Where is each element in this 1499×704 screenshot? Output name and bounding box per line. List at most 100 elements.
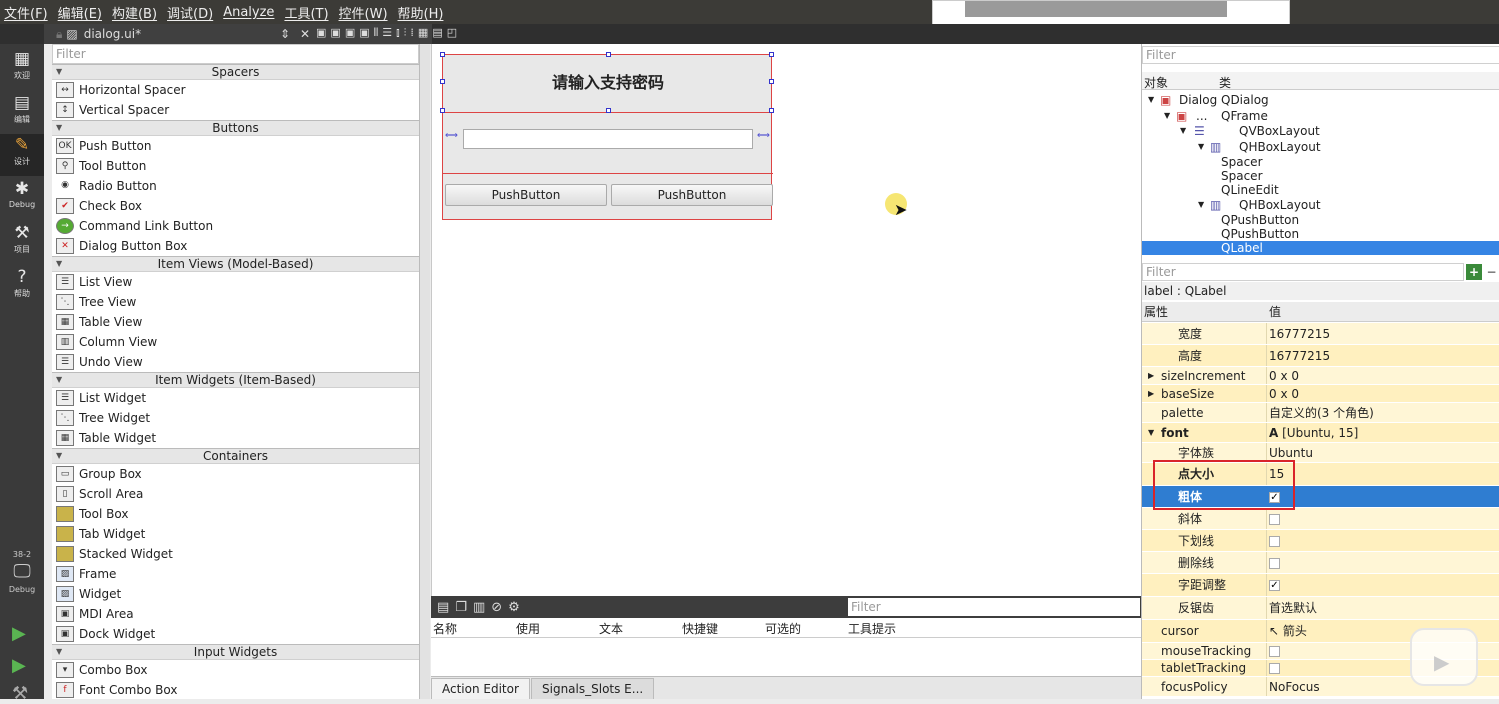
mouse-tracking-checkbox[interactable] — [1269, 646, 1280, 657]
widget-item[interactable]: f Font Combo Box — [52, 680, 419, 700]
property-row[interactable]: 删除线 — [1142, 552, 1499, 574]
edit-widgets-icon[interactable]: ▣ — [316, 26, 326, 40]
widget-item[interactable]: ▭ Group Box — [52, 464, 419, 484]
updown-icon[interactable]: ⇕ — [280, 27, 290, 41]
widget-item[interactable]: ☰ List Widget — [52, 388, 419, 408]
form-title-label[interactable]: 请输入支持密码 — [443, 55, 773, 113]
close-icon[interactable]: ✕ — [300, 27, 310, 41]
horizontal-spacer-left[interactable]: ⟺ — [445, 131, 459, 145]
gear-icon[interactable]: ⚙ — [508, 600, 520, 615]
widget-item[interactable]: → Command Link Button — [52, 216, 419, 236]
menu-debug[interactable]: 调试(D) — [163, 3, 217, 22]
break-layout-icon[interactable]: ▤ — [432, 26, 442, 40]
property-row[interactable]: 斜体 — [1142, 508, 1499, 530]
resize-handle[interactable] — [769, 79, 774, 84]
menu-widgets[interactable]: 控件(W) — [335, 3, 392, 22]
delete-action-icon[interactable]: ⊘ — [491, 600, 502, 615]
layout-grid-icon[interactable]: ▦ — [418, 26, 428, 40]
property-filter-input[interactable]: Filter — [1142, 263, 1464, 281]
widget-item[interactable]: ▣ Dock Widget — [52, 624, 419, 644]
widget-item[interactable]: ↔ Horizontal Spacer — [52, 80, 419, 100]
widget-item[interactable]: ✕ Dialog Button Box — [52, 236, 419, 256]
new-action-icon[interactable]: ▤ — [437, 600, 449, 615]
strikeout-checkbox[interactable] — [1269, 558, 1280, 569]
tree-row[interactable]: ▼ ▣ ... QFrame — [1142, 109, 1499, 123]
col-used[interactable]: 使用 — [516, 620, 540, 637]
tree-row[interactable]: ▼ ▥ QHBoxLayout — [1142, 140, 1499, 154]
push-button-1[interactable]: PushButton — [445, 184, 607, 206]
property-row[interactable]: 反锯齿 首选默认 — [1142, 597, 1499, 620]
underline-checkbox[interactable] — [1269, 536, 1280, 547]
resize-handle[interactable] — [440, 52, 445, 57]
widget-item[interactable]: ⋱ Tree View — [52, 292, 419, 312]
widget-item[interactable]: ◉ Radio Button — [52, 176, 419, 196]
debug-run-icon[interactable]: ▶ — [12, 656, 32, 676]
tree-row-selected[interactable]: QLabel — [1142, 241, 1499, 255]
layout-vsplit-icon[interactable]: ⫶ — [404, 26, 407, 40]
category-buttons[interactable]: ▼ Buttons — [52, 120, 419, 136]
col-checkable[interactable]: 可选的 — [765, 620, 801, 637]
category-input-widgets[interactable]: ▼ Input Widgets — [52, 644, 419, 660]
property-row[interactable]: 高度 16777215 — [1142, 345, 1499, 367]
col-text[interactable]: 文本 — [599, 620, 623, 637]
tab-signals-slots[interactable]: Signals_Slots E... — [531, 678, 655, 699]
action-filter-input[interactable]: Filter — [848, 598, 1140, 616]
category-spacers[interactable]: ▼ Spacers — [52, 64, 419, 80]
copy-action-icon[interactable]: ❐ — [455, 600, 467, 615]
widget-filter-input[interactable]: Filter — [52, 44, 419, 64]
edit-taborder-icon[interactable]: ▣ — [359, 26, 369, 40]
remove-dynamic-property-button[interactable]: − — [1484, 264, 1499, 280]
widget-item[interactable]: ▦ Table Widget — [52, 428, 419, 448]
layout-horizontal-icon[interactable]: ⫴ — [374, 26, 379, 40]
widget-item[interactable]: Tool Box — [52, 504, 419, 524]
category-item-views[interactable]: ▼ Item Views (Model-Based) — [52, 256, 419, 272]
category-containers[interactable]: ▼ Containers — [52, 448, 419, 464]
mode-help[interactable]: ? 帮助 — [0, 266, 44, 308]
widget-item[interactable]: ✔ Check Box — [52, 196, 419, 216]
horizontal-spacer-right[interactable]: ⟺ — [757, 131, 771, 145]
menu-help[interactable]: 帮助(H) — [394, 3, 448, 22]
layout-hsplit-icon[interactable]: ⫾ — [396, 26, 400, 40]
push-button-2[interactable]: PushButton — [611, 184, 773, 206]
widget-item[interactable]: ▥ Column View — [52, 332, 419, 352]
tree-row[interactable]: QLineEdit — [1142, 183, 1499, 197]
menu-tools[interactable]: 工具(T) — [280, 3, 332, 22]
tree-row[interactable]: QPushButton — [1142, 227, 1499, 241]
mode-edit[interactable]: ▤ 编辑 — [0, 92, 44, 134]
property-row[interactable]: 下划线 — [1142, 530, 1499, 552]
col-tooltip[interactable]: 工具提示 — [848, 620, 896, 637]
edit-buddies-icon[interactable]: ▣ — [345, 26, 355, 40]
widget-item[interactable]: ▣ MDI Area — [52, 604, 419, 624]
widget-item[interactable]: Tab Widget — [52, 524, 419, 544]
tree-row[interactable]: ▼ ▥ QHBoxLayout — [1142, 198, 1499, 212]
tree-row[interactable]: Spacer — [1142, 155, 1499, 169]
tab-action-editor[interactable]: Action Editor — [431, 678, 530, 699]
col-shortcut[interactable]: 快捷键 — [682, 620, 718, 637]
property-row[interactable]: ▶ sizeIncrement 0 x 0 — [1142, 367, 1499, 385]
kit-selector[interactable]: 38-2 🖵 Debug — [0, 550, 44, 594]
widget-item[interactable]: ☰ List View — [52, 272, 419, 292]
tree-row[interactable]: QPushButton — [1142, 213, 1499, 227]
build-icon[interactable]: ⚒ — [12, 684, 32, 704]
property-row[interactable]: ▶ baseSize 0 x 0 — [1142, 385, 1499, 403]
resize-handle[interactable] — [440, 79, 445, 84]
menu-edit[interactable]: 编辑(E) — [54, 3, 106, 22]
paste-action-icon[interactable]: ▥ — [473, 600, 485, 615]
file-tab-name[interactable]: dialog.ui* — [84, 27, 141, 41]
resize-handle[interactable] — [440, 108, 445, 113]
category-item-widgets[interactable]: ▼ Item Widgets (Item-Based) — [52, 372, 419, 388]
resize-handle[interactable] — [606, 52, 611, 57]
property-row[interactable]: 宽度 16777215 — [1142, 323, 1499, 345]
italic-checkbox[interactable] — [1269, 514, 1280, 525]
widget-item[interactable]: ▦ Table View — [52, 312, 419, 332]
edit-signals-icon[interactable]: ▣ — [330, 26, 340, 40]
resize-handle[interactable] — [769, 108, 774, 113]
widget-item[interactable]: ▨ Widget — [52, 584, 419, 604]
object-filter-input[interactable]: Filter — [1142, 46, 1499, 64]
widget-box-scrollbar[interactable] — [420, 44, 430, 699]
widget-item[interactable]: ⚲ Tool Button — [52, 156, 419, 176]
menu-analyze[interactable]: Analyze — [219, 5, 278, 20]
layout-vertical-icon[interactable]: ☰ — [382, 26, 392, 40]
property-row[interactable]: ▼ font A [Ubuntu, 15] — [1142, 423, 1499, 443]
property-row[interactable]: palette 自定义的(3 个角色) — [1142, 403, 1499, 423]
